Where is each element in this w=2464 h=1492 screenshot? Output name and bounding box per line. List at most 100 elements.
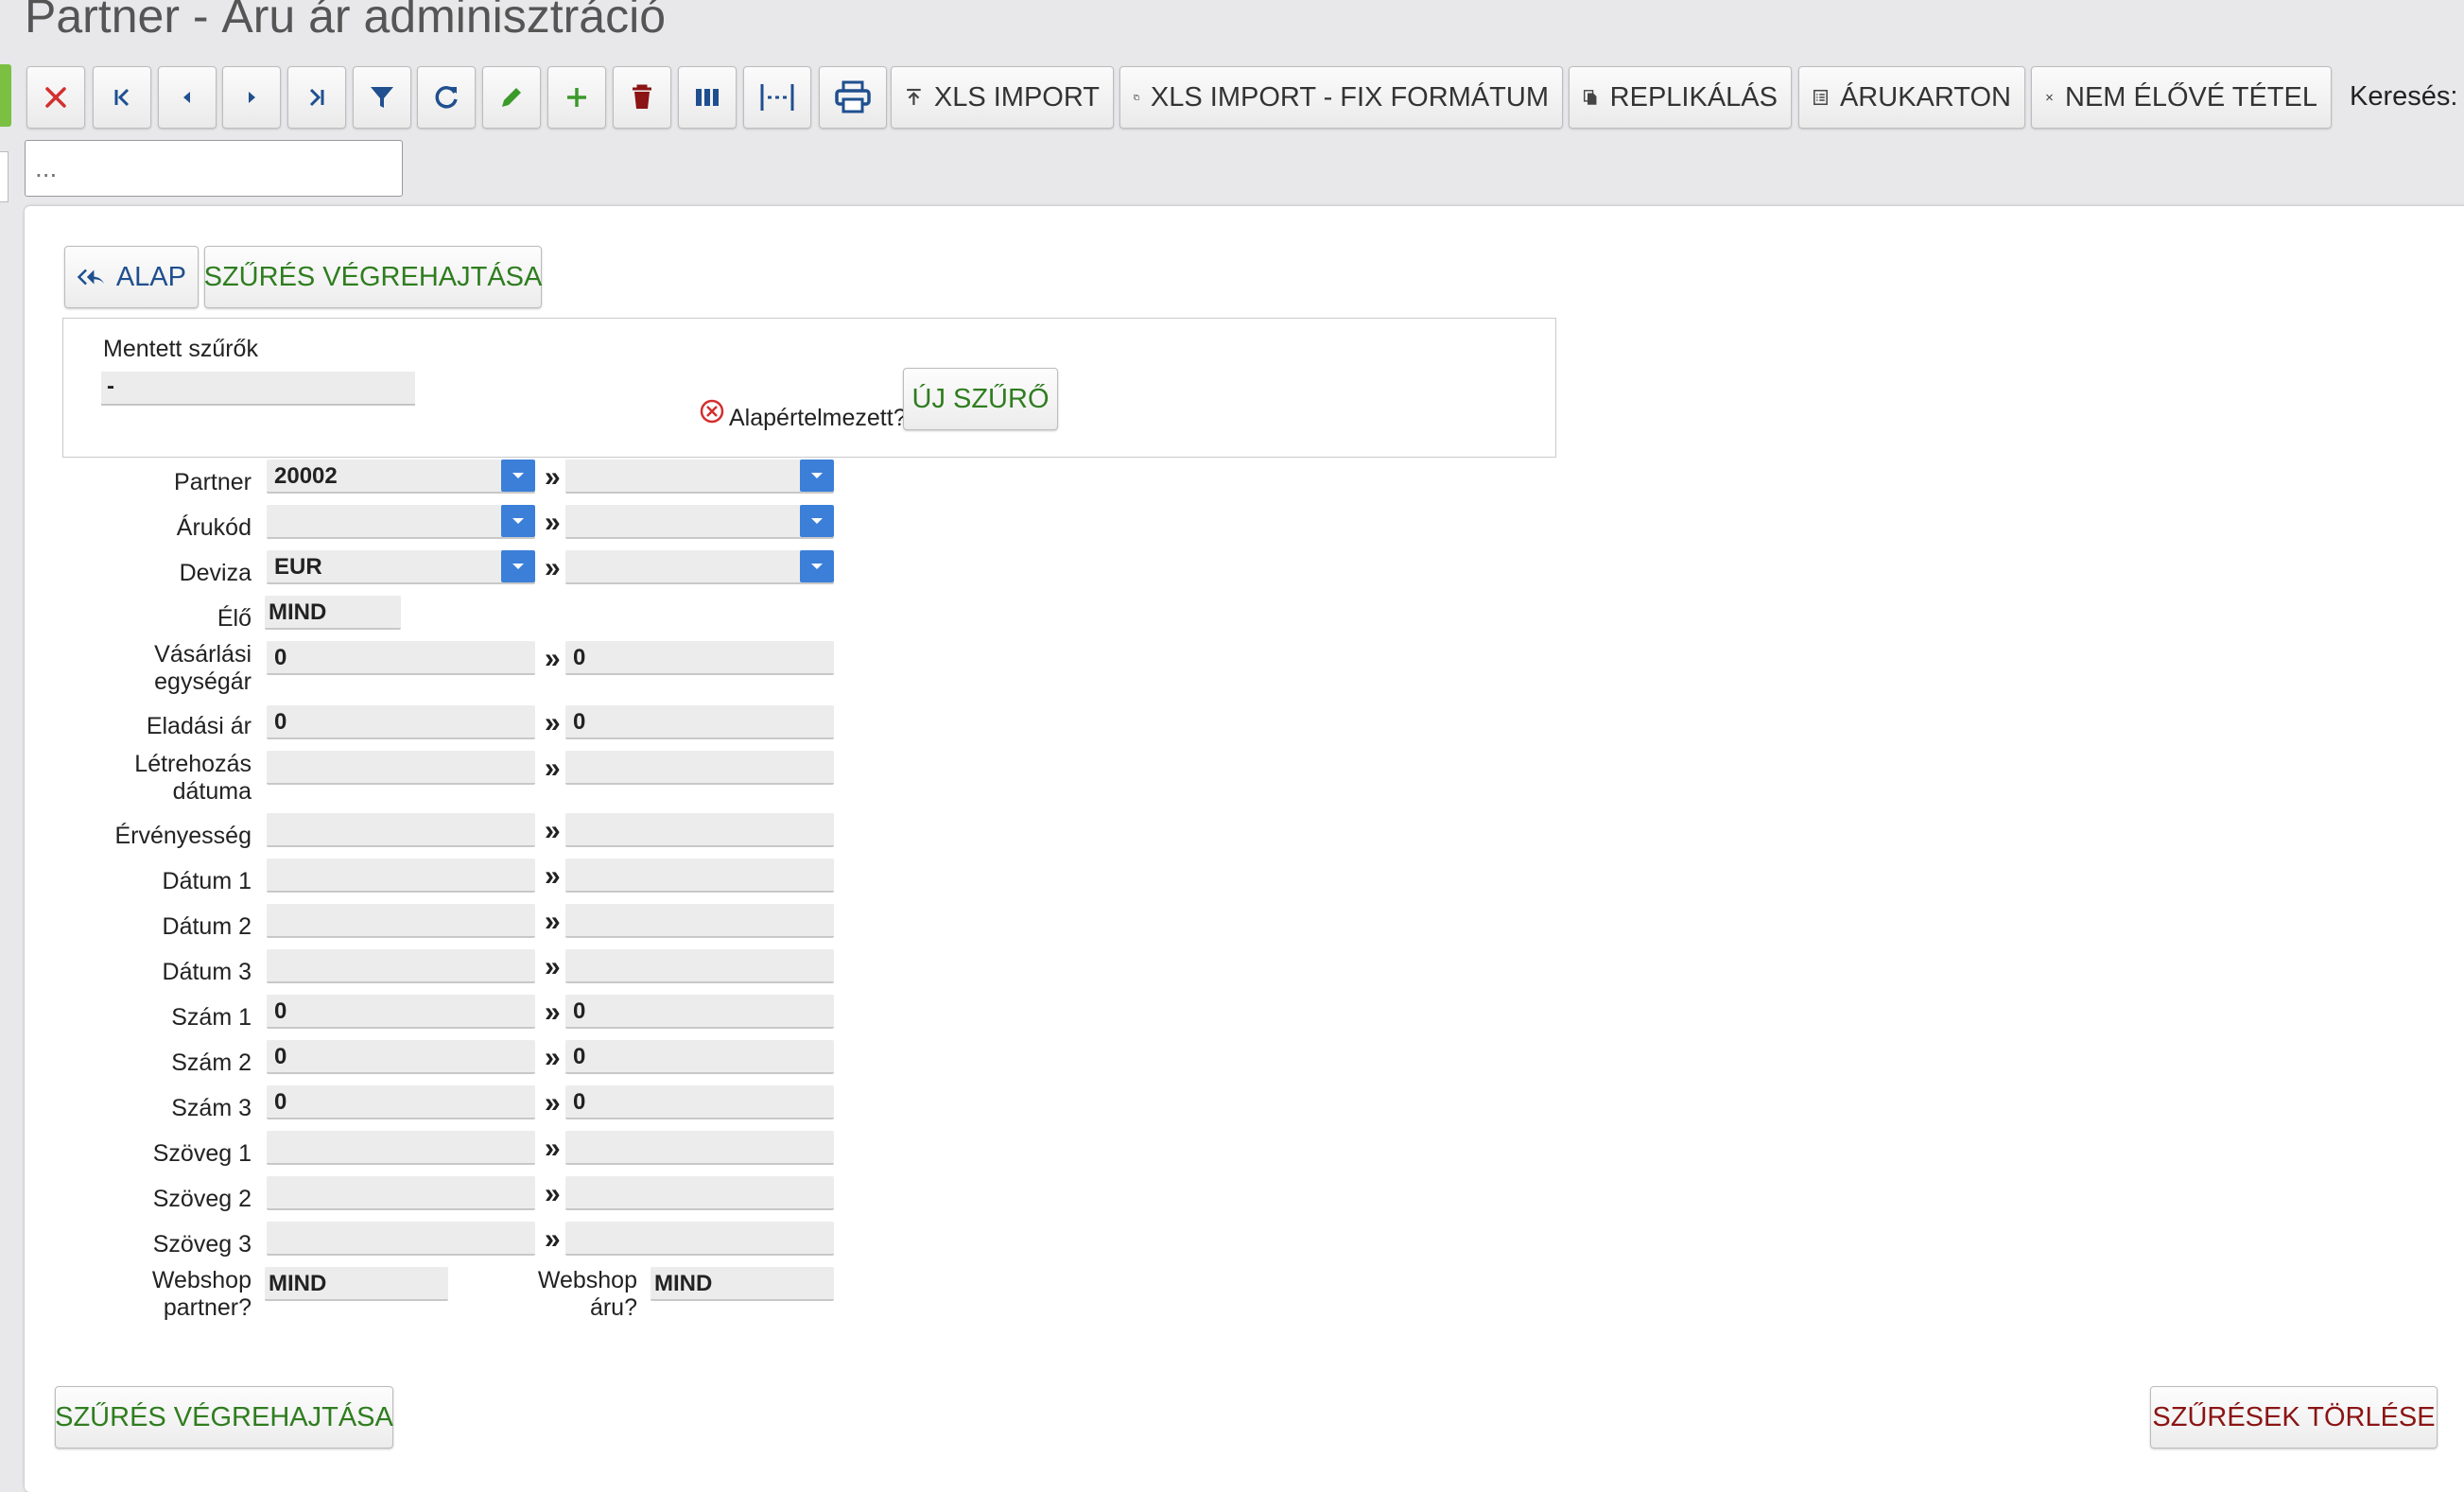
datum1-label: Dátum 1 — [162, 868, 252, 894]
szoveg1-to-input[interactable] — [565, 1131, 834, 1165]
replikalas-button[interactable]: REPLIKÁLÁS — [1569, 66, 1792, 129]
range-separator: » — [545, 461, 561, 493]
add-button[interactable] — [547, 66, 606, 129]
arukod-from-select[interactable] — [267, 505, 535, 539]
deviza-from-select[interactable]: EUR — [267, 550, 535, 584]
eladasi-label: Eladási ár — [146, 713, 252, 739]
webshop-partner-label: Webshop partner? — [62, 1267, 252, 1322]
saved-filters-label: Mentett szűrők — [103, 336, 258, 362]
szam3-to-input[interactable]: 0 — [565, 1085, 834, 1119]
deviza-to-select[interactable] — [565, 550, 834, 584]
clear-filters-button[interactable]: SZŰRÉSEK TÖRLÉSE — [2150, 1386, 2438, 1449]
arukod-to-select[interactable] — [565, 505, 834, 539]
szoveg2-from-input[interactable] — [267, 1176, 535, 1210]
szam2-from-input[interactable]: 0 — [267, 1040, 535, 1074]
nem-elove-button[interactable]: NEM ÉLŐVÉ TÉTEL — [2031, 66, 2332, 129]
elo-select[interactable]: MIND — [265, 596, 401, 630]
refresh-icon — [435, 86, 458, 109]
default-checkbox[interactable]: Alapértelmezett? — [699, 398, 907, 432]
vasarlasi-to-input[interactable]: 0 — [565, 641, 834, 675]
range-separator: » — [545, 815, 561, 846]
cancel-button[interactable] — [26, 66, 85, 129]
close-icon — [45, 87, 66, 108]
xls-import-label: XLS IMPORT — [933, 81, 1100, 113]
datum1-to-input[interactable] — [565, 859, 834, 893]
files-icon — [1583, 90, 1597, 105]
edit-button[interactable] — [482, 66, 541, 129]
columns-button[interactable] — [678, 66, 737, 129]
range-separator: » — [545, 951, 561, 982]
first-record-button[interactable] — [93, 66, 151, 129]
page-title: Partner - Áru ár adminisztráció — [25, 0, 667, 43]
partner-to-select[interactable] — [565, 460, 834, 494]
datum3-to-input[interactable] — [565, 949, 834, 983]
execute-filter-button-bottom[interactable]: SZŰRÉS VÉGREHAJTÁSA — [55, 1386, 393, 1449]
szam1-to-input[interactable]: 0 — [565, 995, 834, 1029]
add-icon — [567, 88, 586, 107]
range-separator: » — [545, 552, 561, 583]
partner-from-select[interactable]: 20002 — [267, 460, 535, 494]
search-input[interactable] — [25, 140, 403, 197]
range-separator: » — [545, 1133, 561, 1164]
webshop-partner-label-line2: partner? — [163, 1294, 252, 1321]
nem-elove-label: NEM ÉLŐVÉ TÉTEL — [2065, 81, 2317, 113]
filter-button[interactable] — [353, 66, 411, 129]
last-record-button[interactable] — [287, 66, 346, 129]
ervenyesseg-to-input[interactable] — [565, 813, 834, 847]
print-button[interactable] — [819, 66, 887, 129]
szoveg3-from-input[interactable] — [267, 1222, 535, 1256]
alap-label: ALAP — [115, 261, 186, 292]
new-filter-button[interactable]: ÚJ SZŰRŐ — [903, 368, 1058, 430]
refresh-button[interactable] — [417, 66, 476, 129]
side-tab[interactable] — [0, 151, 9, 202]
xls-import-fix-button[interactable]: XLS IMPORT - FIX FORMÁTUM — [1119, 66, 1563, 129]
dropdown-arrow-icon — [800, 550, 834, 582]
szoveg1-from-input[interactable] — [267, 1131, 535, 1165]
szam3-from-input[interactable]: 0 — [267, 1085, 535, 1119]
print-icon — [835, 80, 871, 113]
column-width-button[interactable] — [743, 66, 811, 129]
letrehozas-label: Létrehozás dátuma — [62, 751, 252, 806]
dropdown-arrow-icon — [501, 550, 535, 582]
vasarlasi-label-line2: egységár — [154, 668, 252, 695]
saved-filters-box: Mentett szűrők - Alapértelmezett? ÚJ SZŰ… — [62, 318, 1556, 458]
datum1-from-input[interactable] — [267, 859, 535, 893]
ervenyesseg-label: Érvényesség — [114, 823, 252, 849]
range-separator: » — [545, 1178, 561, 1209]
szam1-from-input[interactable]: 0 — [267, 995, 535, 1029]
delete-icon — [633, 84, 651, 109]
webshop-partner-label-line1: Webshop — [151, 1267, 252, 1293]
prev-record-button[interactable] — [158, 66, 217, 129]
szam2-to-input[interactable]: 0 — [565, 1040, 834, 1074]
datum3-from-input[interactable] — [267, 949, 535, 983]
webshop-aru-select[interactable]: MIND — [651, 1267, 834, 1301]
szoveg3-to-input[interactable] — [565, 1222, 834, 1256]
execute-filter-button-top[interactable]: SZŰRÉS VÉGREHAJTÁSA — [204, 246, 542, 308]
saved-filters-select[interactable]: - — [101, 372, 415, 406]
szoveg2-label: Szöveg 2 — [152, 1186, 252, 1212]
next-record-button[interactable] — [222, 66, 281, 129]
szam2-label: Szám 2 — [171, 1050, 252, 1076]
ervenyesseg-from-input[interactable] — [267, 813, 535, 847]
vasarlasi-from-input[interactable]: 0 — [267, 641, 535, 675]
column-width-icon — [760, 84, 794, 111]
eladasi-to-input[interactable]: 0 — [565, 705, 834, 739]
edit-icon — [502, 88, 521, 107]
letrehozas-to-input[interactable] — [565, 751, 834, 785]
datum2-to-input[interactable] — [565, 904, 834, 938]
datum2-from-input[interactable] — [267, 904, 535, 938]
delete-button[interactable] — [613, 66, 671, 129]
replikalas-label: REPLIKÁLÁS — [1609, 81, 1778, 113]
alap-button[interactable]: ALAP — [64, 246, 199, 308]
range-separator: » — [545, 707, 561, 738]
arukarton-button[interactable]: ÁRUKARTON — [1798, 66, 2025, 129]
first-page-icon — [114, 88, 130, 107]
letrehozas-from-input[interactable] — [267, 751, 535, 785]
x-icon — [2046, 94, 2053, 101]
xls-import-button[interactable]: XLS IMPORT — [891, 66, 1114, 129]
szoveg2-to-input[interactable] — [565, 1176, 834, 1210]
webshop-partner-select[interactable]: MIND — [265, 1267, 448, 1301]
datum2-label: Dátum 2 — [162, 913, 252, 940]
range-separator: » — [545, 1223, 561, 1255]
eladasi-from-input[interactable]: 0 — [267, 705, 535, 739]
